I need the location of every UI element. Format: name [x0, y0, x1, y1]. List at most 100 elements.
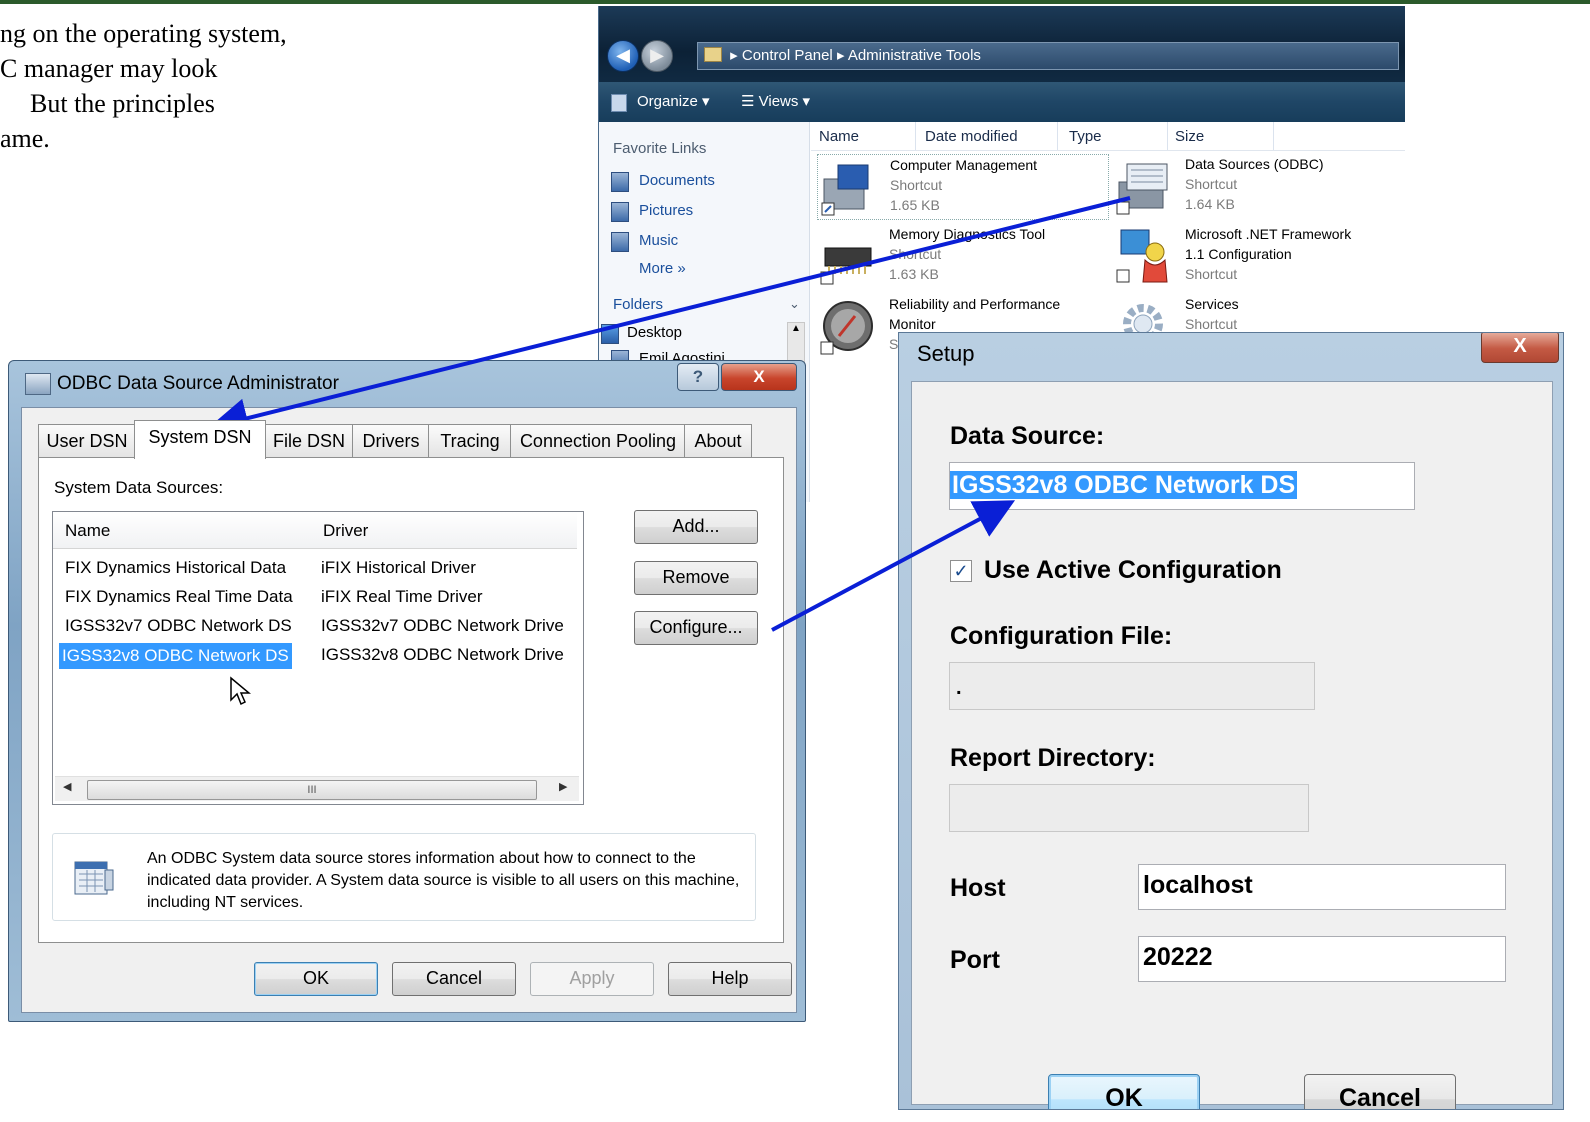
list-item[interactable]: FIX Dynamics Historical Data iFIX Histor… [53, 556, 583, 582]
file-name: Microsoft .NET Framework [1185, 226, 1352, 242]
scroll-right-icon[interactable]: ▶ [559, 780, 567, 793]
link-pictures[interactable]: Pictures [639, 202, 693, 219]
port-field[interactable]: 20222 [1138, 936, 1506, 982]
data-sources-icon [1116, 163, 1168, 215]
row-driver: iFIX Real Time Driver [321, 587, 483, 606]
list-item[interactable]: IGSS32v7 ODBC Network DS IGSS32v7 ODBC N… [53, 614, 583, 640]
scroll-left-icon[interactable]: ◀ [63, 780, 71, 793]
forward-button[interactable]: ▶ [641, 40, 673, 72]
odbc-app-icon [25, 373, 51, 395]
tab-tracing[interactable]: Tracing [428, 424, 512, 457]
slide-line-2: C manager may look [0, 54, 218, 83]
config-file-field[interactable]: . [949, 662, 1315, 710]
info-box: An ODBC System data source stores inform… [52, 833, 756, 921]
breadcrumb-separator-icon: ▸ [730, 47, 738, 64]
pictures-icon [611, 202, 629, 222]
col-date[interactable]: Date modified [925, 128, 1018, 145]
col-size[interactable]: Size [1175, 128, 1204, 145]
tab-file-dsn[interactable]: File DSN [264, 424, 354, 457]
add-button[interactable]: Add... [634, 510, 758, 544]
data-source-field[interactable]: IGSS32v8 ODBC Network DS [949, 462, 1415, 510]
file-name: Services [1185, 296, 1239, 312]
folders-header[interactable]: Folders [613, 296, 663, 313]
link-more[interactable]: More » [639, 260, 686, 277]
setup-ok-button[interactable]: OK [1048, 1074, 1200, 1109]
close-button[interactable]: X [721, 363, 797, 391]
folder-icon [704, 47, 722, 62]
row-name: FIX Dynamics Historical Data [65, 558, 287, 577]
help-button[interactable]: Help [668, 962, 792, 996]
list-item[interactable]: FIX Dynamics Real Time Data iFIX Real Ti… [53, 585, 583, 611]
breadcrumb-separator-icon: ▸ [836, 47, 845, 64]
file-size: 1.64 KB [1185, 196, 1235, 212]
list-col-driver[interactable]: Driver [323, 521, 368, 541]
back-button[interactable]: ◀ [607, 40, 639, 72]
memory-chip-icon [820, 247, 872, 285]
file-name-line2: 1.1 Configuration [1185, 246, 1292, 262]
file-type: Shortcut [1185, 266, 1238, 282]
report-dir-field[interactable] [949, 784, 1309, 832]
file-data-sources-odbc[interactable]: Data Sources (ODBC) Shortcut 1.64 KB [1113, 154, 1403, 218]
file-type: Shortcut [1185, 176, 1238, 192]
tree-desktop[interactable]: Desktop [627, 324, 682, 341]
organize-button[interactable]: Organize ▾ [637, 92, 710, 110]
slide-top-bar [0, 0, 1590, 4]
ok-button[interactable]: OK [254, 962, 378, 996]
data-source-value: IGSS32v8 ODBC Network DS [950, 471, 1298, 499]
data-source-label: Data Source: [950, 422, 1105, 450]
views-button[interactable]: ☰ Views ▾ [741, 92, 810, 110]
link-documents[interactable]: Documents [639, 172, 715, 189]
slide-line-3: But the principles [30, 89, 215, 118]
explorer-column-header: Name Date modified Type Size [811, 122, 1405, 151]
cancel-button[interactable]: Cancel [392, 962, 516, 996]
remove-button[interactable]: Remove [634, 561, 758, 595]
file-size: 1.65 KB [890, 197, 940, 213]
tab-system-dsn[interactable]: System DSN [134, 420, 266, 459]
tab-user-dsn[interactable]: User DSN [38, 424, 136, 457]
setup-close-button[interactable]: X [1481, 333, 1559, 363]
file-type: Shortcut [889, 246, 942, 262]
setup-cancel-button[interactable]: Cancel [1304, 1074, 1456, 1109]
host-label: Host [950, 874, 1006, 902]
row-driver: iFIX Historical Driver [321, 558, 476, 577]
breadcrumb-admin-tools[interactable]: Administrative Tools [848, 47, 981, 64]
link-music[interactable]: Music [639, 232, 678, 249]
horizontal-scrollbar[interactable]: ◀ III ▶ [55, 776, 579, 801]
organize-icon [611, 94, 627, 112]
configure-button[interactable]: Configure... [634, 611, 758, 645]
file-dotnet-config[interactable]: Microsoft .NET Framework 1.1 Configurati… [1113, 224, 1403, 288]
section-label: System Data Sources: [54, 478, 224, 497]
help-title-button[interactable]: ? [677, 363, 719, 391]
file-memory-diagnostics[interactable]: Memory Diagnostics Tool Shortcut 1.63 KB [817, 224, 1107, 288]
file-name-line2: Monitor [889, 316, 936, 332]
tab-about[interactable]: About [684, 424, 752, 457]
host-field[interactable]: localhost [1138, 864, 1506, 910]
breadcrumb-control-panel[interactable]: Control Panel [742, 47, 833, 64]
col-type[interactable]: Type [1069, 128, 1102, 145]
use-active-config-checkbox[interactable]: ✓ [950, 560, 972, 582]
use-active-config-label[interactable]: Use Active Configuration [984, 556, 1282, 585]
port-label: Port [950, 946, 1000, 974]
favorite-links-header: Favorite Links [613, 140, 707, 157]
chevron-down-icon[interactable]: ⌄ [789, 296, 800, 312]
file-name: Computer Management [890, 157, 1038, 173]
list-header: Name Driver [53, 512, 577, 549]
list-item-selected[interactable]: IGSS32v8 ODBC Network DS IGSS32v8 ODBC N… [53, 643, 583, 669]
row-name: IGSS32v7 ODBC Network DS [65, 616, 292, 635]
setup-body: Data Source: IGSS32v8 ODBC Network DS ✓ … [911, 381, 1553, 1109]
breadcrumb[interactable]: ▸ Control Panel ▸ Administrative Tools [697, 42, 1399, 70]
odbc-dialog: ODBC Data Source Administrator ? X User … [8, 360, 806, 1022]
data-source-list[interactable]: Name Driver FIX Dynamics Historical Data… [52, 511, 584, 805]
col-name[interactable]: Name [819, 128, 859, 145]
file-computer-management[interactable]: Computer Management Shortcut 1.65 KB [817, 154, 1109, 220]
views-label: Views [758, 93, 799, 110]
mouse-cursor-icon [230, 676, 251, 706]
tab-drivers[interactable]: Drivers [352, 424, 430, 457]
scroll-thumb[interactable]: III [87, 780, 537, 800]
tab-connection-pooling[interactable]: Connection Pooling [510, 424, 686, 457]
documents-icon [611, 172, 629, 192]
list-col-name[interactable]: Name [65, 521, 110, 541]
setup-title: Setup [917, 341, 975, 366]
slide-text: ng on the operating system, C manager ma… [0, 16, 420, 156]
setup-dialog: Setup X Data Source: IGSS32v8 ODBC Netwo… [898, 332, 1564, 1110]
